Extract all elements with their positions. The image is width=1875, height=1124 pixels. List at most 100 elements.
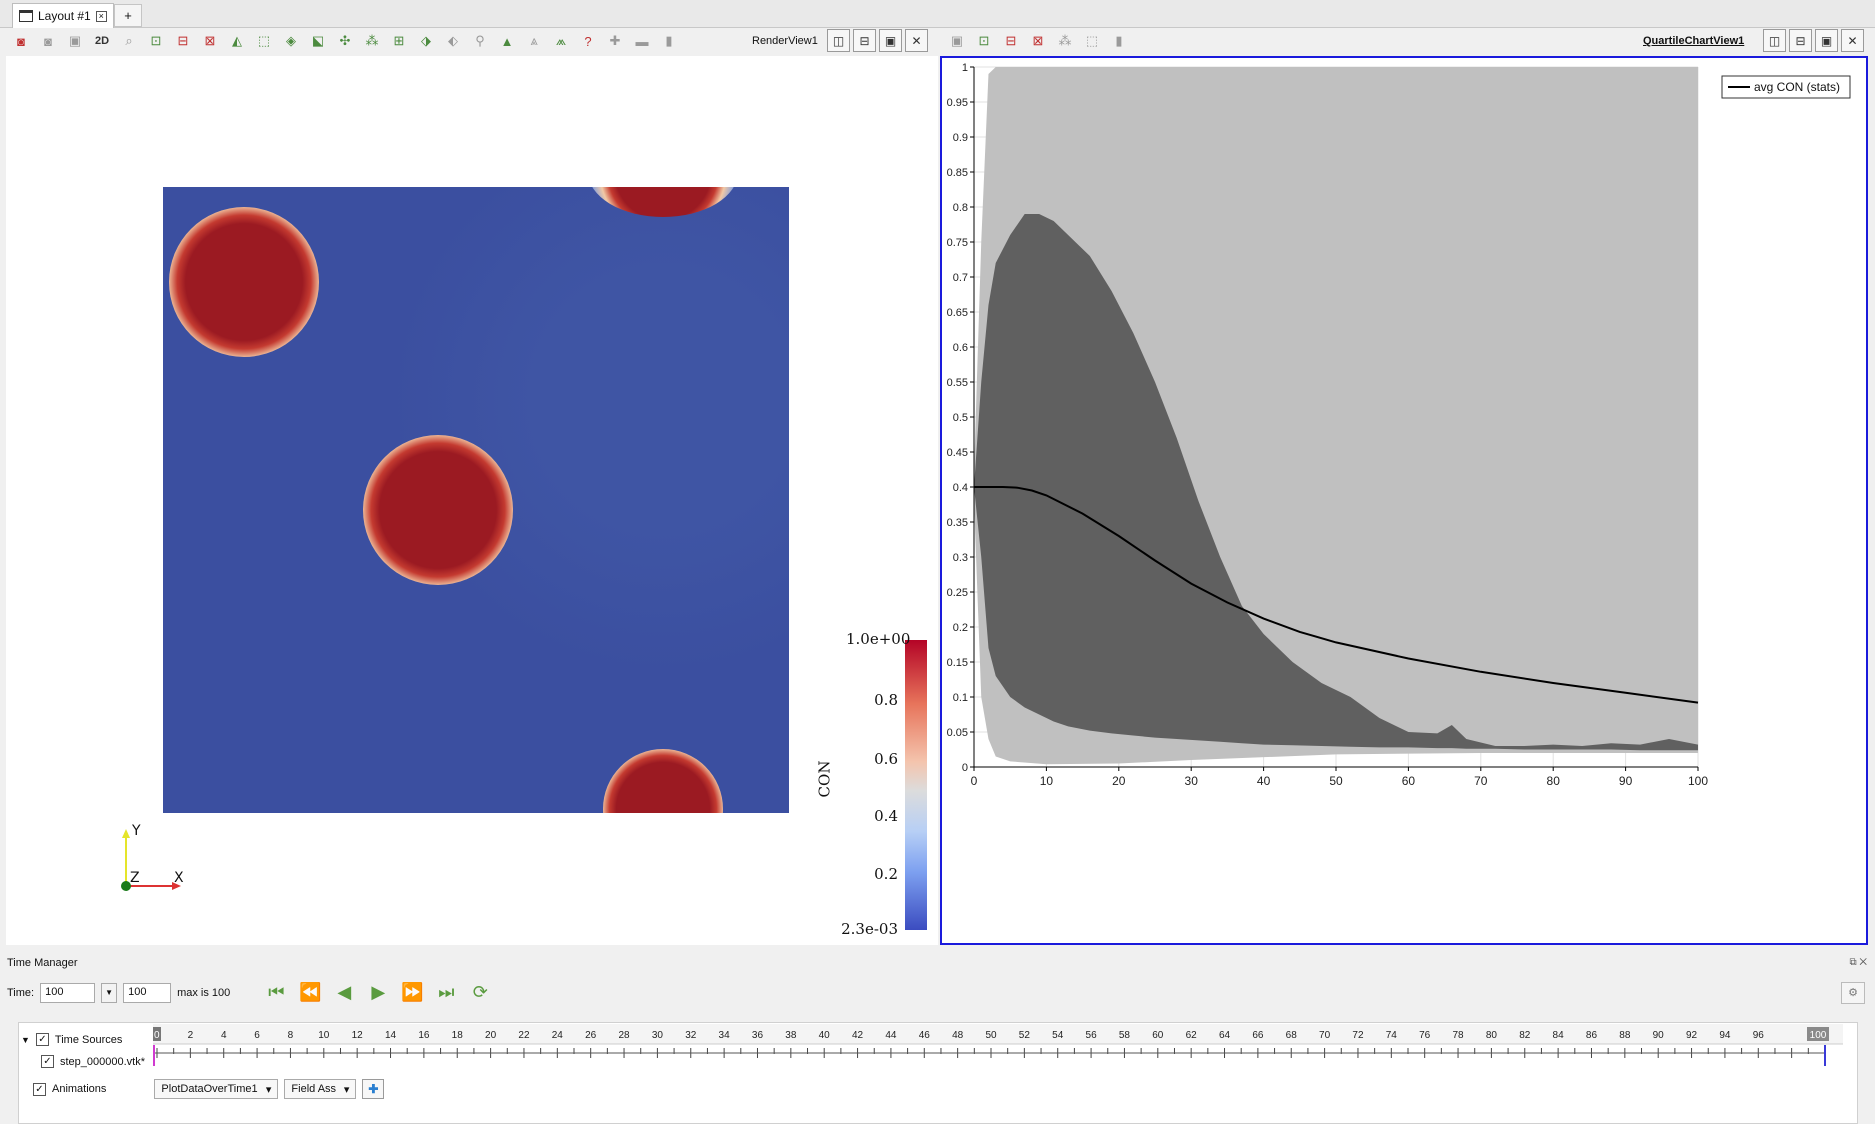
- loop-icon[interactable]: ⟳: [466, 982, 494, 1003]
- panel-float-close-icons[interactable]: ⧉ ✕: [1849, 957, 1867, 968]
- y-tick-label: 0.6: [953, 342, 968, 354]
- timeline-end-label: 100: [1810, 1030, 1827, 1041]
- chart-split-horizontal-button[interactable]: ◫: [1763, 29, 1786, 52]
- colorbar-tick-label: 2.3e-03: [841, 920, 898, 938]
- render-view[interactable]: Y Z X: [6, 56, 938, 945]
- chart-deselect-icon[interactable]: ⊟: [1000, 30, 1022, 52]
- toggle-2d-button[interactable]: 2D: [91, 30, 113, 52]
- time-dropdown-arrow[interactable]: ▼: [101, 982, 118, 1003]
- edit-selection-icon[interactable]: ⚲: [469, 30, 491, 52]
- y-tick-label: 0.85: [947, 167, 968, 179]
- pick-point-icon[interactable]: ▲: [496, 30, 518, 52]
- add-layout-button[interactable]: +: [114, 4, 142, 27]
- chart-camera-icon[interactable]: ▣: [946, 30, 968, 52]
- time-sources-label: Time Sources: [54, 1033, 123, 1046]
- animations-label: Animations: [52, 1083, 107, 1095]
- close-tab-icon[interactable]: ×: [95, 10, 107, 22]
- x-tick-label: 70: [1474, 774, 1488, 788]
- chart-close-view-button[interactable]: ✕: [1841, 29, 1864, 52]
- next-frame-icon[interactable]: ⏩: [398, 982, 426, 1003]
- maximize-view-button[interactable]: ▣: [879, 29, 902, 52]
- time-sources-checkbox[interactable]: ✓: [35, 1033, 49, 1046]
- split-vertical-button[interactable]: ⊟: [853, 29, 876, 52]
- chart-view-title: QuartileChartView1: [1643, 35, 1745, 47]
- timeline-scale-label: 34: [719, 1030, 731, 1041]
- chart-select-points-icon[interactable]: ⊠: [1027, 30, 1049, 52]
- droplet: [169, 207, 319, 357]
- chart-legend: avg CON (stats): [1721, 75, 1851, 99]
- reverse-play-icon[interactable]: ◀: [330, 982, 358, 1003]
- clear-selection-icon[interactable]: ⬖: [442, 30, 464, 52]
- timeline-scale-label: 10: [318, 1030, 330, 1041]
- add-animation-track-icon[interactable]: ✚: [362, 1079, 385, 1099]
- quartile-chart-view[interactable]: 0 0.05 0.1 0.15 0.2 0.25 0.3 0.35 0.4 0.45 0.5 0.55…: [940, 56, 1868, 945]
- select-cells-icon[interactable]: ⊡: [145, 30, 167, 52]
- settings-gear-icon[interactable]: ⚙: [1841, 982, 1865, 1004]
- subtract-selection-icon[interactable]: ▬: [631, 30, 653, 52]
- animation-source-select[interactable]: PlotDataOverTime1 ▾: [154, 1079, 279, 1099]
- zoom-box-icon[interactable]: ⌕: [118, 30, 140, 52]
- chart-maximize-view-button[interactable]: ▣: [1815, 29, 1838, 52]
- timeline-scale-label: 26: [585, 1030, 597, 1041]
- timeline-scale-label: 74: [1386, 1030, 1398, 1041]
- chart-select-icon[interactable]: ⊡: [973, 30, 995, 52]
- timeline-scale[interactable]: 0 2 4 6 8 10 12 14 16 18 20 22 24 26 28 30 32 34 36 38 40 42 4…: [153, 1024, 1843, 1066]
- camera-capture-icon[interactable]: ▣: [64, 30, 86, 52]
- reset-closest-icon[interactable]: ◙: [37, 30, 59, 52]
- animations-checkbox[interactable]: ✓: [33, 1082, 46, 1096]
- y-tick-label: 1: [962, 62, 968, 74]
- y-tick-label: 0.8: [953, 202, 968, 214]
- animation-timeline: 0 2 4 6 8 10 12 14 16 18 20 22 24 26 28 30 32 34 36 38 40 42 4…: [18, 1022, 1858, 1124]
- timeline-scale-label: 2: [188, 1030, 194, 1041]
- hover-points-icon[interactable]: ✣: [334, 30, 356, 52]
- timeline-scale-label: 8: [288, 1030, 294, 1041]
- time-manager-title: Time Manager: [7, 957, 78, 969]
- select-polygon-icon[interactable]: ⬚: [253, 30, 275, 52]
- droplet: [363, 435, 513, 585]
- shrink-selection-icon[interactable]: ⬗: [415, 30, 437, 52]
- chart-clear-selection-icon[interactable]: ⬚: [1081, 30, 1103, 52]
- first-frame-icon[interactable]: ⏮: [262, 982, 290, 1003]
- timestep-spinbox[interactable]: 100: [123, 982, 172, 1003]
- play-icon[interactable]: ▶: [364, 982, 392, 1003]
- last-frame-icon[interactable]: ⏭: [432, 982, 460, 1003]
- y-tick-label: 0.05: [947, 727, 968, 739]
- split-horizontal-button[interactable]: ◫: [827, 29, 850, 52]
- collapse-arrow-icon[interactable]: ▼: [21, 1035, 30, 1045]
- interactive-select-icon[interactable]: ◈: [280, 30, 302, 52]
- legend-label: avg CON (stats): [1754, 80, 1840, 94]
- chart-delete-icon[interactable]: ▮: [1108, 30, 1130, 52]
- x-tick-label: 40: [1257, 774, 1271, 788]
- hover-cells-icon[interactable]: ⁂: [361, 30, 383, 52]
- source-file-checkbox[interactable]: ✓: [41, 1055, 54, 1068]
- pick-block-icon[interactable]: ⩕: [550, 30, 572, 52]
- timeline-scale-label: 66: [1252, 1030, 1264, 1041]
- chart-split-vertical-button[interactable]: ⊟: [1789, 29, 1812, 52]
- timeline-scale-label: 92: [1686, 1030, 1698, 1041]
- query-selection-icon[interactable]: ?: [577, 30, 599, 52]
- animations-row: ✓ Animations PlotDataOverTime1 ▾ Field As…: [33, 1079, 385, 1099]
- timeline-scale-label: 30: [652, 1030, 664, 1041]
- x-tick-label: 10: [1040, 774, 1054, 788]
- previous-frame-icon[interactable]: ⏪: [296, 982, 324, 1003]
- reset-camera-icon[interactable]: ◙: [10, 30, 32, 52]
- timeline-scale-label: 42: [852, 1030, 864, 1041]
- tab-layout-1[interactable]: Layout #1 ×: [12, 3, 114, 28]
- chart-polygon-select-icon[interactable]: ⁂: [1054, 30, 1076, 52]
- select-block-icon[interactable]: ⬕: [307, 30, 329, 52]
- pick-cell-icon[interactable]: ⩓: [523, 30, 545, 52]
- animation-property-select[interactable]: Field Ass ▾: [284, 1079, 357, 1099]
- select-points-icon[interactable]: ⊠: [199, 30, 221, 52]
- close-view-button[interactable]: ✕: [905, 29, 928, 52]
- add-selection-icon[interactable]: ✚: [604, 30, 626, 52]
- deselect-icon[interactable]: ⊟: [172, 30, 194, 52]
- y-tick-label: 0.95: [947, 97, 968, 109]
- timeline-scale-label: 40: [819, 1030, 831, 1041]
- timeline-scale-label: 36: [752, 1030, 764, 1041]
- timeline-scale-label: 86: [1586, 1030, 1598, 1041]
- delete-icon[interactable]: ▮: [658, 30, 680, 52]
- time-value-input[interactable]: 100: [40, 982, 96, 1003]
- y-tick-label: 0.2: [953, 622, 968, 634]
- grow-selection-icon[interactable]: ⊞: [388, 30, 410, 52]
- select-frustum-icon[interactable]: ◭: [226, 30, 248, 52]
